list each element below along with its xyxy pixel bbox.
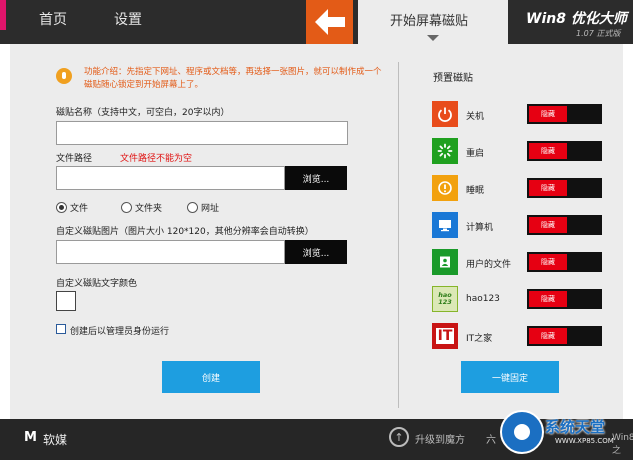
- preset-tile-ithome: IT: [432, 323, 458, 349]
- preset-tile-restart: [432, 138, 458, 164]
- file-path-input[interactable]: [56, 166, 285, 190]
- sleep-icon: [438, 181, 452, 195]
- radio-folder-label: 文件夹: [135, 204, 163, 214]
- brand: Win8 优化大师 1.07 正式版: [512, 0, 633, 44]
- tile-image-label: 自定义磁贴图片（图片大小 120*120，其他分辨率会自动转换）: [56, 227, 314, 237]
- panel-divider: [398, 62, 399, 408]
- preset-label-sleep: 睡眠: [466, 186, 485, 196]
- watermark-text: 系统天堂: [545, 418, 606, 436]
- watermark-url: WWW.XP85.COM: [555, 437, 614, 445]
- radio-folder[interactable]: 文件夹: [121, 201, 162, 214]
- toggle-hide-label: 隐藏: [529, 106, 567, 122]
- preset-toggle-ithome[interactable]: 隐藏: [527, 326, 602, 346]
- tile-name-label: 磁贴名称（支持中文，可空白，20字以内）: [56, 108, 230, 118]
- upgrade-link[interactable]: 升级到魔方: [415, 431, 465, 446]
- radio-url-dot: [187, 202, 198, 213]
- create-button[interactable]: 创建: [162, 361, 260, 393]
- upgrade-arrow-icon[interactable]: ↑: [389, 427, 409, 447]
- footer-tail-text: Win8之: [612, 433, 633, 456]
- ithome-icon: IT: [435, 328, 455, 344]
- preset-tile-shutdown: [432, 101, 458, 127]
- lightbulb-icon: [56, 68, 72, 84]
- preset-tile-sleep: [432, 175, 458, 201]
- nav-home[interactable]: 首页: [39, 9, 67, 29]
- preset-label-ithome: IT之家: [466, 334, 493, 344]
- hao123-icon: hao 123: [438, 291, 452, 306]
- preset-toggle-hao123[interactable]: 隐藏: [527, 289, 602, 309]
- ruanmei-logo-mark: M: [24, 430, 37, 445]
- preset-label-restart: 重启: [466, 149, 485, 159]
- tab-start-tiles[interactable]: 开始屏幕磁贴: [358, 0, 508, 50]
- file-path-label: 文件路径: [56, 154, 93, 164]
- upgrade-more-text: 六: [486, 435, 496, 446]
- user-files-icon: [440, 256, 450, 268]
- preset-toggle-user-files[interactable]: 隐藏: [527, 252, 602, 272]
- preset-tile-computer: [432, 212, 458, 238]
- toggle-hide-label: 隐藏: [529, 328, 567, 344]
- text-color-swatch[interactable]: [56, 291, 76, 311]
- toggle-hide-label: 隐藏: [529, 180, 567, 196]
- text-color-label: 自定义磁贴文字颜色: [56, 279, 138, 289]
- preset-label-shutdown: 关机: [466, 112, 485, 122]
- browse-path-button[interactable]: 浏览...: [285, 166, 347, 190]
- restart-icon: [437, 143, 453, 159]
- toggle-hide-label: 隐藏: [529, 254, 567, 270]
- preset-label-computer: 计算机: [466, 223, 494, 233]
- radio-folder-dot: [121, 202, 132, 213]
- tile-name-input[interactable]: [56, 121, 348, 145]
- preset-toggle-shutdown[interactable]: 隐藏: [527, 104, 602, 124]
- feature-intro: 功能介绍：先指定下网址、程序或文档等，再选择一张图片，就可以制作成一个磁贴随心锁…: [84, 67, 382, 90]
- toggle-hide-label: 隐藏: [529, 143, 567, 159]
- file-path-error: 文件路径不能为空: [120, 154, 193, 164]
- preset-label-user-files: 用户的文件: [466, 260, 512, 270]
- admin-run-label: 创建后以管理员身份运行: [70, 327, 170, 337]
- power-icon: [438, 107, 452, 122]
- radio-file-label: 文件: [70, 204, 89, 214]
- tab-start-tiles-label: 开始屏幕磁贴: [390, 14, 469, 29]
- toggle-hide-label: 隐藏: [529, 291, 567, 307]
- accent-edge: [0, 0, 6, 30]
- radio-url[interactable]: 网址: [187, 201, 219, 214]
- chevron-down-icon: [427, 35, 439, 41]
- back-button[interactable]: [306, 0, 353, 44]
- toggle-hide-label: 隐藏: [529, 217, 567, 233]
- radio-url-label: 网址: [201, 204, 220, 214]
- nav-settings[interactable]: 设置: [114, 9, 142, 29]
- computer-icon: [439, 220, 451, 232]
- preset-toggle-sleep[interactable]: 隐藏: [527, 178, 602, 198]
- pin-all-button[interactable]: 一键固定: [461, 361, 559, 393]
- preset-tile-user-files: [432, 249, 458, 275]
- brand-name: Win8 优化大师: [526, 11, 627, 27]
- admin-run-checkbox[interactable]: [56, 324, 66, 334]
- watermark-logo: [500, 410, 544, 454]
- arrow-left-icon: [314, 9, 345, 35]
- preset-toggle-computer[interactable]: 隐藏: [527, 215, 602, 235]
- preset-label-hao123: hao123: [466, 294, 500, 304]
- preset-tile-hao123: hao 123: [432, 286, 458, 312]
- ruanmei-logo-text: 软媒: [43, 433, 68, 447]
- tile-image-input[interactable]: [56, 240, 285, 264]
- brand-version: 1.07 正式版: [576, 29, 621, 38]
- presets-title: 预置磁贴: [433, 73, 473, 84]
- radio-file-dot: [56, 202, 67, 213]
- radio-file[interactable]: 文件: [56, 201, 88, 214]
- browse-image-button[interactable]: 浏览...: [285, 240, 347, 264]
- preset-toggle-restart[interactable]: 隐藏: [527, 141, 602, 161]
